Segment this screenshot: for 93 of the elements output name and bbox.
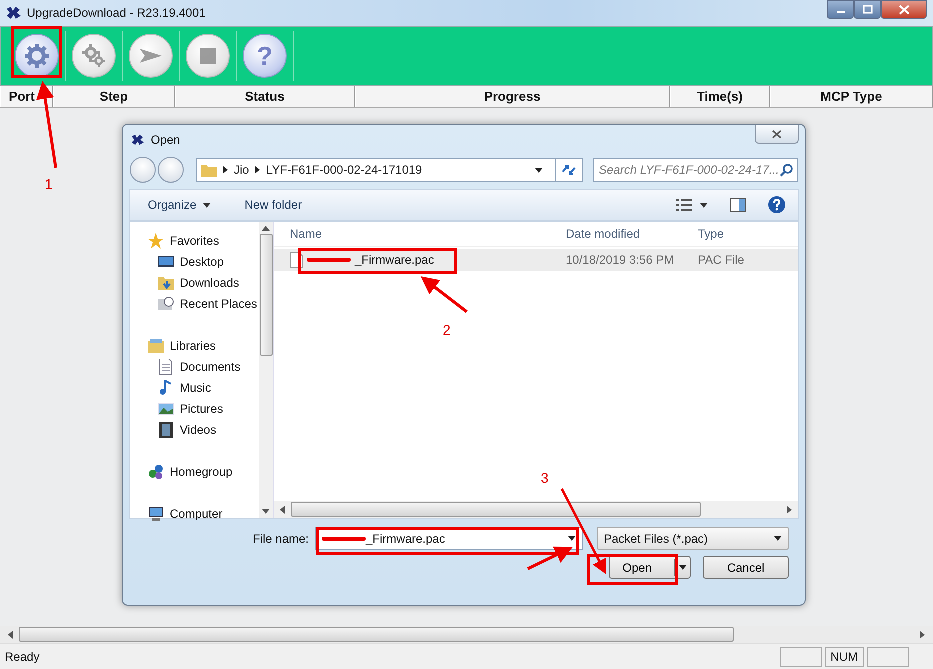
- scroll-right-icon: [787, 506, 792, 514]
- close-icon: [898, 4, 910, 14]
- file-row[interactable]: _Firmware.pac 10/18/2019 3:56 PM PAC File: [274, 249, 798, 271]
- maximize-icon: [862, 5, 872, 14]
- step-number: 3: [541, 470, 549, 486]
- scroll-up-icon: [262, 226, 270, 231]
- chevron-icon: [223, 166, 228, 174]
- status-text: Ready: [5, 650, 40, 664]
- column-header[interactable]: Step: [53, 86, 175, 107]
- nav-item[interactable]: Libraries: [130, 335, 259, 356]
- column-header[interactable]: Type: [682, 227, 798, 241]
- forward-button[interactable]: [158, 157, 184, 183]
- column-header[interactable]: Date modified: [550, 227, 682, 241]
- command-button[interactable]: Organize: [142, 196, 217, 214]
- search-icon: [780, 164, 793, 176]
- scroll-left-icon: [280, 506, 285, 514]
- nav-item[interactable]: Downloads: [130, 272, 259, 293]
- dropdown-icon: [774, 536, 782, 541]
- window-title: UpgradeDownload - R23.19.4001: [27, 6, 206, 20]
- nav-item[interactable]: Homegroup: [130, 461, 259, 482]
- status-indicator: NUM: [824, 646, 864, 666]
- file-date: 10/18/2019 3:56 PM: [565, 253, 676, 267]
- gears-icon: [81, 43, 107, 69]
- dropdown-icon[interactable]: [700, 202, 708, 208]
- close-button[interactable]: [881, 0, 927, 19]
- step-number: 2: [443, 322, 451, 338]
- nav-item[interactable]: Desktop: [130, 251, 259, 272]
- search-field[interactable]: Search LYF-F61F-000-02-24-17...: [593, 158, 798, 182]
- close-button[interactable]: [755, 125, 799, 144]
- column-header[interactable]: Status: [175, 86, 355, 107]
- monitor-icon: [158, 254, 174, 270]
- scrollbar-thumb[interactable]: [291, 502, 701, 517]
- folder-icon: [201, 164, 217, 176]
- column-header[interactable]: Name: [274, 227, 550, 241]
- file-type-dropdown[interactable]: Packet Files (*.pac): [597, 527, 789, 550]
- nav-item[interactable]: Favorites: [130, 230, 259, 251]
- file-type: PAC File: [697, 253, 746, 267]
- note-icon: [158, 380, 174, 396]
- command-button[interactable]: New folder: [238, 196, 308, 214]
- folder-down-icon: [158, 274, 174, 290]
- scrollbar-thumb[interactable]: [19, 627, 734, 642]
- close-icon: [772, 130, 782, 138]
- nav-item[interactable]: Documents: [130, 356, 259, 377]
- nav-item[interactable]: Recent Places: [130, 293, 259, 314]
- breadcrumb[interactable]: LYF-F61F-000-02-24-171019: [266, 163, 422, 177]
- maximize-button[interactable]: [854, 0, 881, 19]
- dropdown-icon: [535, 168, 543, 172]
- preview-pane-icon[interactable]: [730, 198, 746, 212]
- scroll-right-icon: [920, 630, 925, 638]
- refresh-icon: [561, 163, 577, 177]
- dropdown-icon: [679, 565, 687, 570]
- stop-icon: [200, 48, 216, 64]
- star-icon: [148, 232, 164, 248]
- annotation-arrow: [420, 276, 468, 314]
- nav-item[interactable]: Music: [130, 377, 259, 398]
- dropdown-icon: [568, 536, 576, 541]
- image-icon: [158, 400, 174, 416]
- app-icon: [131, 134, 145, 146]
- dropdown-icon: [202, 202, 211, 208]
- file-name: _Firmware.pac: [355, 253, 434, 267]
- horizontal-scrollbar[interactable]: [274, 501, 798, 518]
- status-panel: [867, 646, 909, 666]
- breadcrumb[interactable]: Jio: [234, 163, 250, 177]
- settings-icon: [24, 43, 50, 69]
- chevron-icon: [255, 166, 260, 174]
- minimize-button[interactable]: [827, 0, 854, 19]
- app-icon: [6, 6, 22, 20]
- nav-item[interactable]: Videos: [130, 419, 259, 440]
- scroll-down-icon: [262, 509, 270, 514]
- file-name-label: File name:: [252, 532, 309, 546]
- highlight-frame: [12, 26, 62, 78]
- arrow-icon: [139, 46, 163, 66]
- doc-icon: [158, 358, 174, 374]
- status-panel: [780, 646, 822, 666]
- back-button[interactable]: [130, 157, 156, 183]
- scroll-left-icon: [8, 630, 13, 638]
- nav-item[interactable]: Pictures: [130, 398, 259, 419]
- nav-item[interactable]: Computer: [130, 503, 259, 524]
- step-number: 1: [45, 176, 53, 192]
- column-header[interactable]: MCP Type: [770, 86, 933, 107]
- settings-button[interactable]: [15, 34, 59, 78]
- library-icon: [148, 338, 164, 354]
- computer-icon: [148, 506, 164, 522]
- view-options-icon[interactable]: [676, 199, 692, 211]
- column-header[interactable]: Time(s): [670, 86, 770, 107]
- column-header[interactable]: Progress: [355, 86, 670, 107]
- cancel-button[interactable]: Cancel: [703, 556, 789, 579]
- dialog-title: Open: [151, 133, 180, 147]
- column-header[interactable]: Port: [0, 86, 53, 107]
- scrollbar-thumb[interactable]: [260, 234, 272, 356]
- help-icon[interactable]: [768, 196, 786, 214]
- address-bar[interactable]: Jio LYF-F61F-000-02-24-171019: [196, 158, 583, 182]
- vertical-scrollbar[interactable]: [259, 222, 273, 518]
